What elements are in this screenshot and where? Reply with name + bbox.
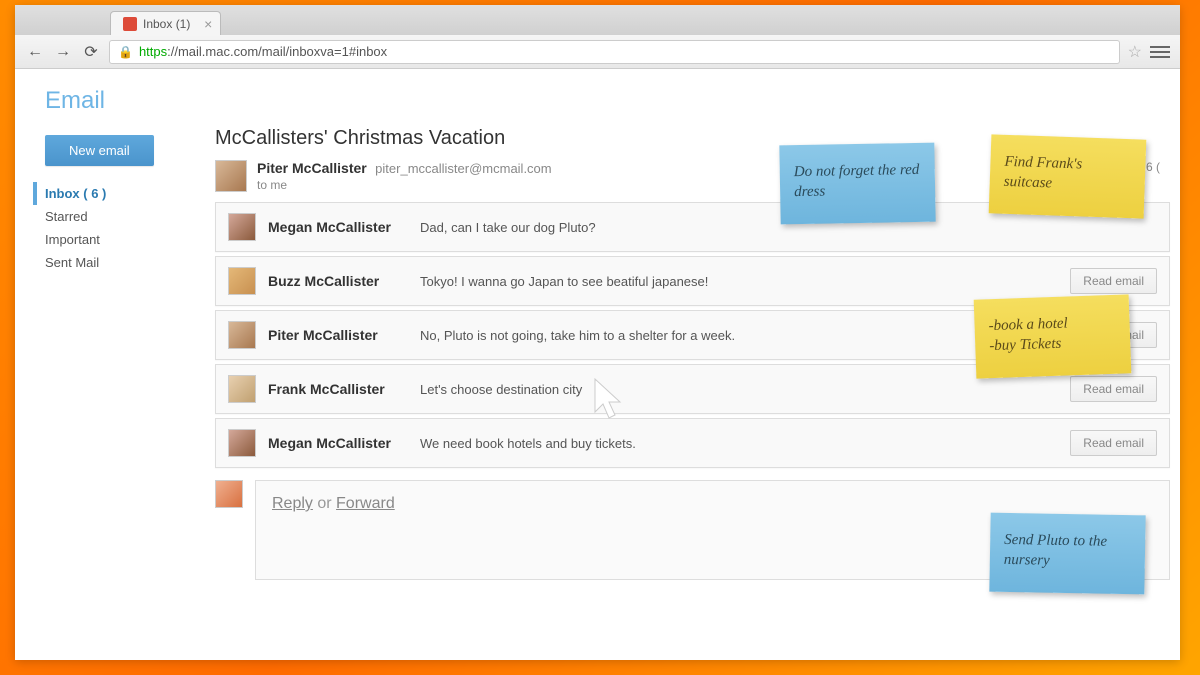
sticky-note-line: Do not forget the red dress <box>794 161 922 202</box>
bookmark-star-icon[interactable]: ☆ <box>1128 42 1142 62</box>
avatar <box>215 480 243 508</box>
url-scheme: https <box>139 44 167 59</box>
avatar <box>228 213 256 241</box>
sidebar-item-starred[interactable]: Starred <box>45 205 180 228</box>
message-sender: Megan McCallister <box>268 219 408 235</box>
sticky-note[interactable]: Send Pluto to the nursery <box>989 513 1145 595</box>
reply-or-text: or <box>313 495 336 512</box>
hamburger-menu-icon[interactable] <box>1150 46 1170 58</box>
new-email-button[interactable]: New email <box>45 135 154 166</box>
read-email-button[interactable]: Read email <box>1070 376 1157 402</box>
tab-title: Inbox (1) <box>143 17 190 31</box>
sidebar: New email Inbox ( 6 ) Starred Important … <box>15 127 200 660</box>
tab-close-icon[interactable]: × <box>204 16 212 32</box>
read-email-button[interactable]: Read email <box>1070 268 1157 294</box>
sticky-note[interactable]: Find Frank's suitcase <box>989 134 1147 218</box>
avatar <box>228 375 256 403</box>
message-preview: We need book hotels and buy tickets. <box>420 436 1058 451</box>
sidebar-item-sent[interactable]: Sent Mail <box>45 251 180 274</box>
avatar <box>215 160 247 192</box>
sender-name: Piter McCallister <box>257 160 367 176</box>
sender-to: to me <box>257 178 1111 192</box>
sidebar-item-important[interactable]: Important <box>45 228 180 251</box>
sticky-note-line: Find Frank's suitcase <box>1003 153 1131 196</box>
avatar <box>228 429 256 457</box>
tab-bar: Inbox (1) × <box>15 5 1180 35</box>
url-bar[interactable]: 🔒 https://mail.mac.com/mail/inboxva=1#in… <box>109 40 1120 64</box>
back-icon[interactable]: ← <box>25 42 45 62</box>
avatar <box>228 321 256 349</box>
lock-icon: 🔒 <box>118 45 133 59</box>
sticky-note-line: Send Pluto to the nursery <box>1004 531 1132 572</box>
forward-icon[interactable]: → <box>53 42 73 62</box>
sticky-note[interactable]: -book a hotel-buy Tickets <box>974 294 1132 378</box>
message-sender: Buzz McCallister <box>268 273 408 289</box>
message-sender: Frank McCallister <box>268 381 408 397</box>
message-preview: Tokyo! I wanna go Japan to see beatiful … <box>420 274 1058 289</box>
reply-link[interactable]: Reply <box>272 495 313 512</box>
browser-toolbar: ← → ⟳ 🔒 https://mail.mac.com/mail/inboxv… <box>15 35 1180 69</box>
page-content: Email New email Inbox ( 6 ) Starred Impo… <box>15 69 1180 660</box>
url-path: ://mail.mac.com/mail/inboxva=1#inbox <box>167 44 387 59</box>
message-row[interactable]: Megan McCallister We need book hotels and… <box>215 418 1170 468</box>
app-title: Email <box>15 69 1180 127</box>
tab-favicon-icon <box>123 17 137 31</box>
browser-window: Inbox (1) × ← → ⟳ 🔒 https://mail.mac.com… <box>15 5 1180 660</box>
sticky-note[interactable]: Do not forget the red dress <box>779 143 935 225</box>
forward-link[interactable]: Forward <box>336 495 395 512</box>
sidebar-item-inbox[interactable]: Inbox ( 6 ) <box>33 182 180 205</box>
message-preview: Let's choose destination city <box>420 382 1058 397</box>
message-sender: Megan McCallister <box>268 435 408 451</box>
message-preview: No, Pluto is not going, take him to a sh… <box>420 328 1058 343</box>
browser-tab[interactable]: Inbox (1) × <box>110 11 221 35</box>
sender-email: piter_mccallister@mcmail.com <box>375 161 551 176</box>
sticky-note-line: -buy Tickets <box>989 332 1117 356</box>
read-email-button[interactable]: Read email <box>1070 430 1157 456</box>
avatar <box>228 267 256 295</box>
reload-icon[interactable]: ⟳ <box>81 42 101 62</box>
message-sender: Piter McCallister <box>268 327 408 343</box>
